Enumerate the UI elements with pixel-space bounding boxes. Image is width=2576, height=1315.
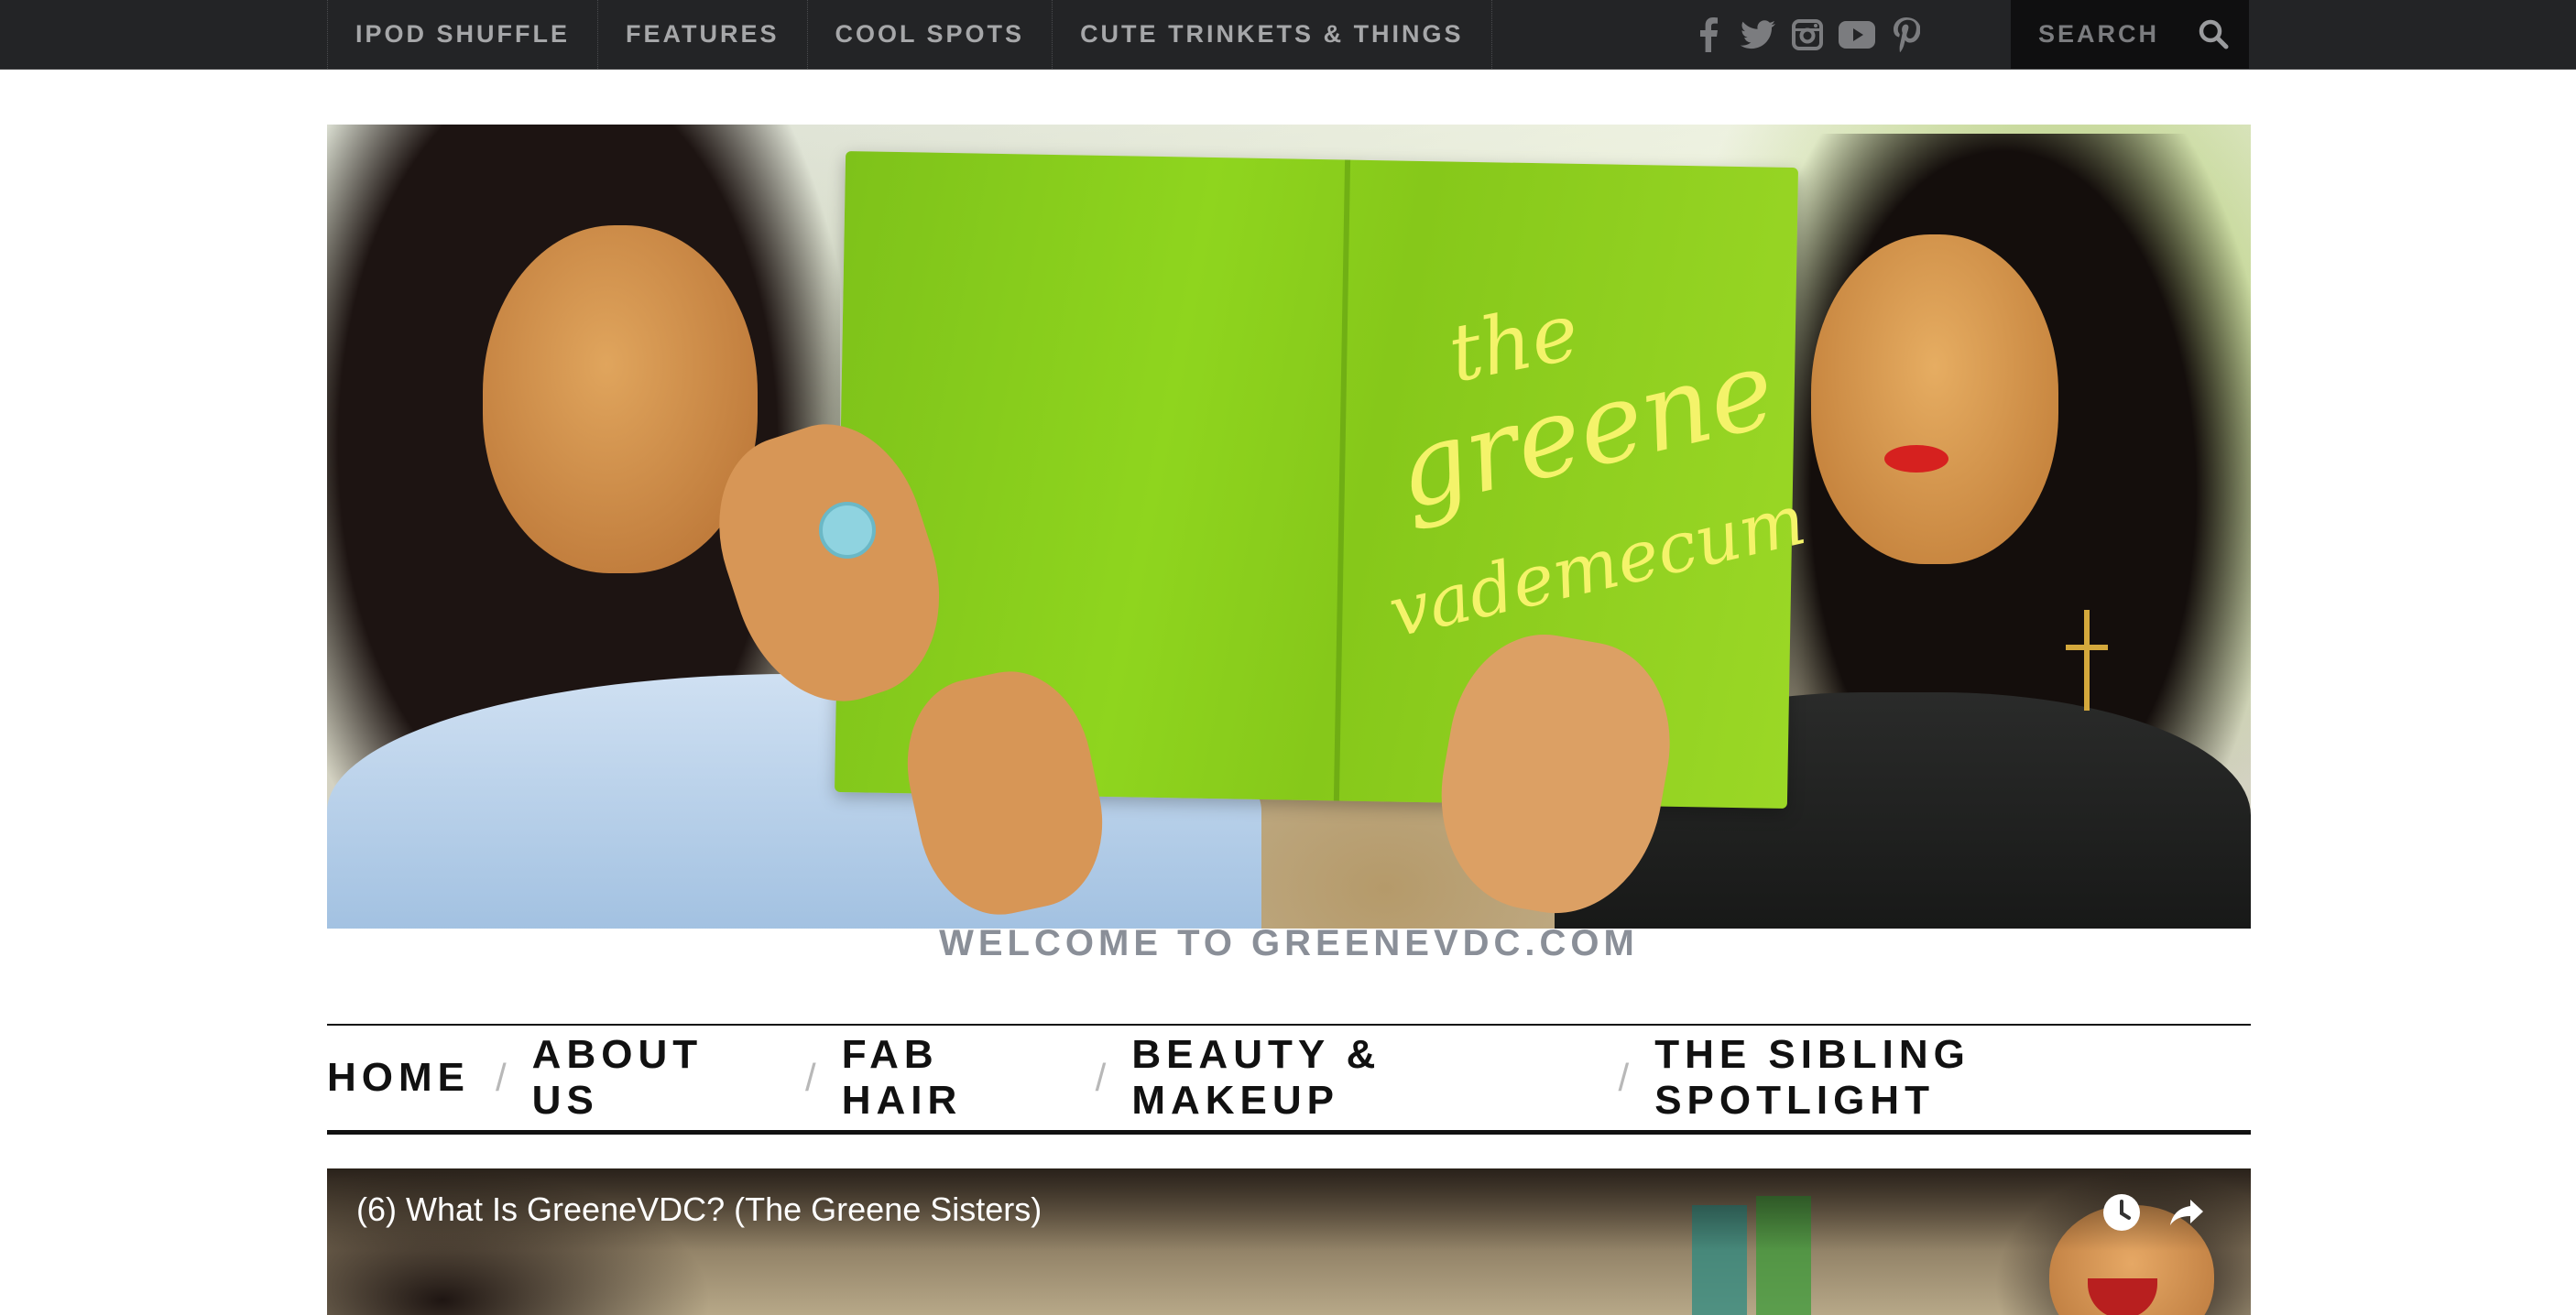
video-embed[interactable]: (6) What Is GreeneVDC? (The Greene Siste… — [327, 1168, 2251, 1315]
top-nav-features[interactable]: FEATURES — [597, 0, 807, 69]
pinterest-icon[interactable] — [1882, 0, 1931, 69]
cross-earring — [2084, 610, 2090, 711]
top-bar: IPOD SHUFFLE FEATURES COOL SPOTS CUTE TR… — [0, 0, 2576, 70]
nav-separator: / — [1618, 1056, 1630, 1099]
main-nav-about-us[interactable]: ABOUT US — [532, 1032, 780, 1124]
right-sister-face — [1811, 234, 2058, 564]
video-title[interactable]: (6) What Is GreeneVDC? (The Greene Siste… — [356, 1190, 1042, 1229]
watch-later-icon[interactable] — [2100, 1190, 2144, 1234]
left-sister-face — [483, 225, 758, 573]
main-nav-home[interactable]: HOME — [327, 1055, 470, 1101]
turquoise-ring — [819, 502, 876, 559]
youtube-icon[interactable] — [1832, 0, 1882, 69]
top-nav-cute-trinkets[interactable]: CUTE TRINKETS & THINGS — [1052, 0, 1492, 69]
main-nav-fab-hair[interactable]: FAB HAIR — [842, 1032, 1070, 1124]
site-tagline: WELCOME TO GREENEVDC.COM — [939, 923, 1639, 963]
nav-separator: / — [805, 1056, 816, 1099]
main-nav-sibling-spotlight[interactable]: THE SIBLING SPOTLIGHT — [1654, 1032, 2251, 1124]
top-nav-cool-spots[interactable]: COOL SPOTS — [806, 0, 1053, 69]
search-input[interactable] — [2036, 19, 2214, 49]
cross-earring-bar — [2066, 645, 2108, 650]
top-nav: IPOD SHUFFLE FEATURES COOL SPOTS CUTE TR… — [327, 0, 1492, 69]
share-icon[interactable] — [2165, 1190, 2209, 1234]
book-spine — [1333, 159, 1351, 801]
social-links — [1684, 0, 1931, 69]
right-sister-lips — [1884, 445, 1948, 473]
nav-separator: / — [496, 1056, 507, 1099]
top-nav-ipod-shuffle[interactable]: IPOD SHUFFLE — [327, 0, 597, 69]
main-nav: HOME / ABOUT US / FAB HAIR / BEAUTY & MA… — [327, 1024, 2251, 1135]
twitter-icon[interactable] — [1733, 0, 1783, 69]
search-icon[interactable] — [2198, 18, 2229, 49]
search-box — [2011, 0, 2249, 69]
nav-separator: / — [1095, 1056, 1107, 1099]
main-nav-beauty-makeup[interactable]: BEAUTY & MAKEUP — [1131, 1032, 1592, 1124]
header-banner-image[interactable]: the greene vademecum — [327, 125, 2251, 929]
instagram-icon[interactable] — [1783, 0, 1832, 69]
facebook-icon[interactable] — [1684, 0, 1733, 69]
